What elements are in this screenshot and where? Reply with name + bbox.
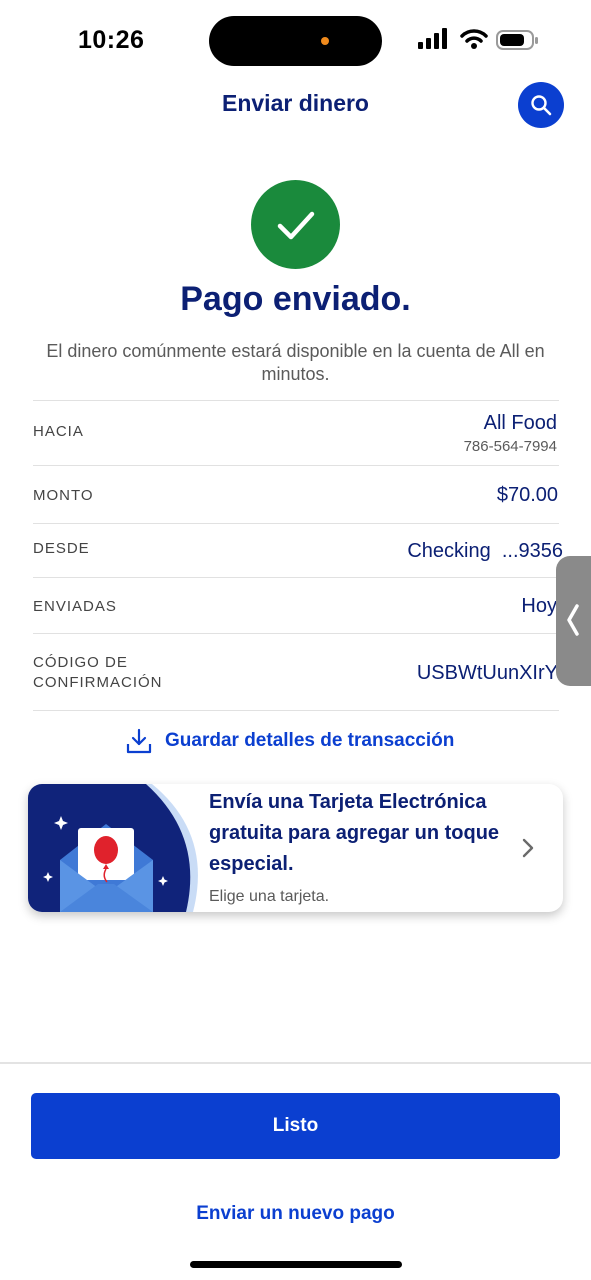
save-details-label: Guardar detalles de transacción — [165, 730, 455, 751]
row-to: HACIA All Food 786-564-7994 — [33, 401, 559, 465]
privacy-indicator-dot — [321, 37, 329, 45]
confirmation-code: USBWtUunXIrY — [416, 662, 558, 684]
page-title: Enviar dinero — [222, 90, 369, 116]
home-indicator — [190, 1261, 402, 1268]
chevron-right-icon — [522, 838, 534, 858]
divider — [0, 1062, 591, 1064]
ecard-title: Envía una Tarjeta Electrónica gratuita p… — [209, 791, 500, 875]
amount-label: MONTO — [33, 487, 94, 504]
dynamic-island — [209, 16, 382, 66]
checkmark-icon — [277, 211, 314, 239]
row-from: DESDE Checking ...9356 — [33, 524, 563, 577]
wifi-icon — [460, 29, 488, 49]
sent-label: ENVIADAS — [33, 598, 117, 615]
recipient-phone: 786-564-7994 — [463, 438, 557, 455]
success-title: Pago enviado. — [180, 280, 411, 318]
confirmation-label-line2: CONFIRMACIÓN — [33, 674, 163, 691]
sent-value: Hoy — [521, 595, 557, 617]
transaction-details: HACIA All Food 786-564-7994 MONTO $70.00… — [33, 400, 563, 711]
new-payment-link[interactable]: Enviar un nuevo pago — [0, 1203, 591, 1225]
search-button[interactable] — [518, 82, 564, 128]
status-bar: 10:26 — [0, 0, 591, 80]
from-label: DESDE — [33, 540, 90, 557]
signal-icon — [418, 28, 447, 49]
search-icon — [531, 95, 552, 116]
recipient-name: All Food — [483, 412, 557, 434]
ecard-promo-card[interactable]: Envía una Tarjeta Electrónica gratuita p… — [28, 784, 563, 912]
side-panel-handle[interactable] — [556, 556, 591, 686]
confirmation-label-line1: CÓDIGO DE — [33, 654, 128, 671]
divider — [33, 710, 559, 711]
success-subtitle: El dinero comúnmente estará disponible e… — [46, 341, 545, 384]
envelope-balloon-icon — [28, 784, 198, 912]
chevron-left-icon — [567, 604, 579, 636]
status-time: 10:26 — [78, 26, 145, 54]
row-sent: ENVIADAS Hoy — [33, 578, 559, 633]
done-button[interactable]: Listo — [31, 1093, 560, 1159]
from-account: Checking ...9356 — [407, 540, 563, 562]
row-amount: MONTO $70.00 — [33, 466, 559, 523]
success-check — [251, 180, 340, 269]
ecard-subtitle: Elige una tarjeta. — [209, 888, 330, 905]
row-confirmation: CÓDIGO DE CONFIRMACIÓN USBWtUunXIrY — [33, 634, 559, 710]
battery-icon — [496, 30, 538, 50]
download-icon — [126, 728, 152, 754]
amount-value: $70.00 — [496, 484, 558, 506]
save-transaction-details-link[interactable]: Guardar detalles de transacción — [126, 726, 454, 756]
to-label: HACIA — [33, 423, 84, 440]
